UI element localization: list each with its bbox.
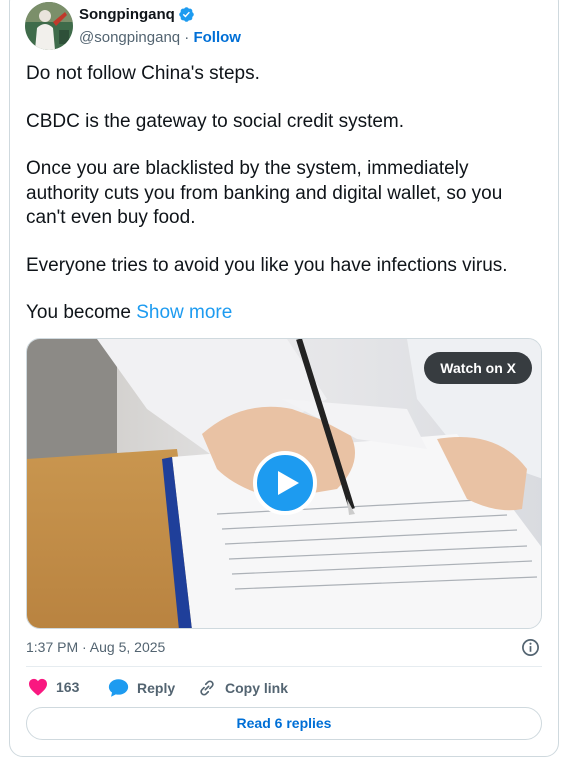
verified-badge-icon	[179, 7, 194, 22]
like-button[interactable]: 163	[28, 678, 79, 696]
tweet-paragraph-truncated: You become Show more	[26, 301, 546, 326]
reply-button[interactable]: Reply	[108, 678, 175, 698]
handle[interactable]: @songpinganq	[79, 29, 180, 46]
tweet-paragraph: Once you are blacklisted by the system, …	[26, 158, 503, 228]
timestamp[interactable]: 1:37 PM · Aug 5, 2025	[26, 639, 165, 655]
link-icon	[200, 680, 214, 696]
display-name-text[interactable]: Songpinganq	[79, 6, 175, 23]
copy-link-button[interactable]: Copy link	[197, 678, 288, 698]
play-icon	[278, 471, 299, 495]
truncated-text: You become	[26, 302, 137, 323]
handle-separator: ·	[180, 29, 194, 46]
copy-link-label: Copy link	[225, 680, 289, 696]
watch-on-x-button[interactable]: Watch on X	[424, 352, 532, 384]
tweet-paragraph: Do not follow China's steps.	[26, 63, 260, 84]
avatar[interactable]	[25, 2, 73, 50]
tweet-text: Do not follow China's steps. CBDC is the…	[26, 62, 546, 349]
like-count: 163	[56, 679, 80, 695]
divider	[26, 666, 542, 667]
handle-row: @songpinganq · Follow	[79, 29, 241, 46]
play-button[interactable]	[253, 451, 317, 515]
reply-bubble-icon	[108, 679, 129, 697]
video-player[interactable]: Watch on X	[26, 338, 542, 629]
tweet-paragraph: Everyone tries to avoid you like you hav…	[26, 254, 508, 276]
display-name[interactable]: Songpinganq	[79, 6, 195, 23]
reply-label: Reply	[137, 680, 176, 696]
info-icon[interactable]	[521, 638, 540, 657]
read-replies-button[interactable]: Read 6 replies	[26, 707, 542, 740]
show-more-link[interactable]: Show more	[136, 302, 232, 323]
heart-icon	[29, 678, 47, 696]
follow-button[interactable]: Follow	[193, 29, 241, 46]
tweet-paragraph: CBDC is the gateway to social credit sys…	[26, 110, 405, 132]
